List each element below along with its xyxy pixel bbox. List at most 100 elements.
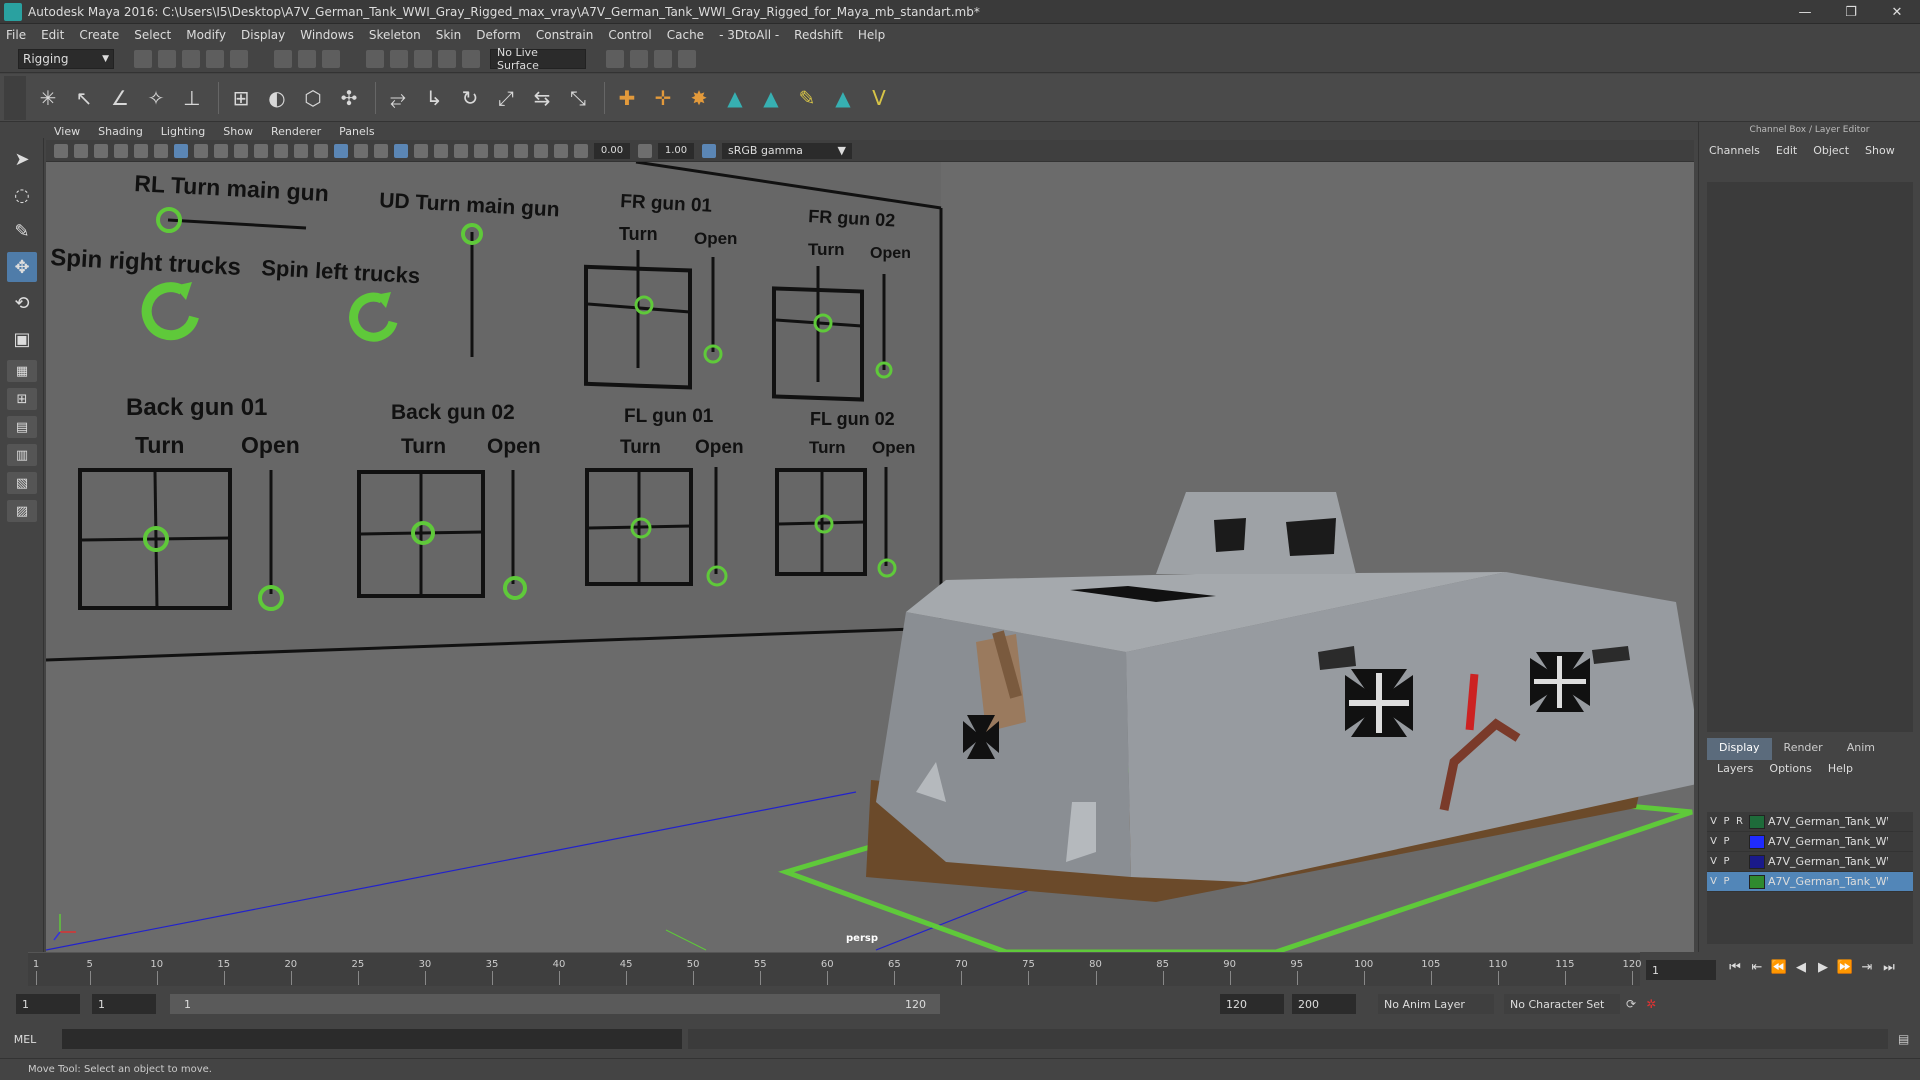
channel-menu-edit[interactable]: Edit (1776, 144, 1797, 157)
parent-constraint-icon[interactable]: ⇆ (528, 84, 556, 112)
tab-render[interactable]: Render (1772, 738, 1835, 760)
depth-of-field-icon[interactable] (494, 143, 508, 158)
film-gate-icon[interactable] (194, 143, 208, 158)
layer-reference[interactable]: R (1733, 816, 1746, 827)
outliner-layout-icon[interactable]: ▤ (7, 416, 37, 438)
shelf-handle[interactable] (4, 75, 26, 120)
layer-row[interactable]: V P A7V_German_Tank_WWI (1707, 832, 1913, 852)
panel-menu-shading[interactable]: Shading (98, 125, 143, 138)
color-management-icon[interactable] (702, 143, 716, 158)
use-all-lights-icon[interactable] (394, 143, 408, 158)
2d-pan-zoom-icon[interactable] (134, 143, 148, 158)
lasso-tool-icon[interactable]: ◌ (7, 180, 37, 210)
grid-icon[interactable] (174, 143, 188, 158)
layer-visibility[interactable]: V (1707, 856, 1720, 867)
current-frame-field[interactable]: 1 (1646, 960, 1716, 980)
3dtoall-export-icon[interactable]: ▲ (757, 84, 785, 112)
bone-insert-icon[interactable]: ✧ (142, 84, 170, 112)
single-perspective-layout-icon[interactable]: ▦ (7, 360, 37, 382)
shadows-icon[interactable] (414, 143, 428, 158)
panel-menu-panels[interactable]: Panels (339, 125, 374, 138)
character-set-dropdown[interactable]: No Character Set (1504, 994, 1620, 1014)
minimize-button[interactable]: — (1782, 0, 1828, 24)
close-button[interactable]: ✕ (1874, 0, 1920, 24)
render-view-layout-icon[interactable]: ▧ (7, 472, 37, 494)
menu-skin[interactable]: Skin (436, 28, 462, 42)
anti-aliasing-icon[interactable] (474, 143, 488, 158)
layer-color-swatch[interactable] (1749, 874, 1765, 889)
layer-row[interactable]: V P R A7V_German_Tank_WWI_Gra (1707, 812, 1913, 832)
snap-live-icon[interactable] (462, 49, 480, 68)
save-scene-icon[interactable] (182, 49, 200, 68)
orient-constraint-icon[interactable]: ↻ (456, 84, 484, 112)
go-to-start-icon[interactable]: ⏮ (1724, 960, 1746, 975)
paint-select-icon[interactable]: ✎ (7, 216, 37, 246)
step-back-frame-icon[interactable]: ⏪ (1768, 960, 1790, 975)
layer-playback[interactable]: P (1720, 836, 1733, 847)
camera-attributes-icon[interactable] (74, 143, 88, 158)
exposure-field[interactable]: 0.00 (594, 142, 630, 159)
rotate-tool-icon[interactable]: ⟲ (7, 288, 37, 318)
layer-playback[interactable]: P (1720, 816, 1733, 827)
lattice-icon[interactable]: ⬡ (299, 84, 327, 112)
menu-help[interactable]: Help (858, 28, 885, 42)
animation-end-field[interactable]: 200 (1292, 994, 1356, 1014)
field-chart-icon[interactable] (254, 143, 268, 158)
maximize-button[interactable]: ❐ (1828, 0, 1874, 24)
snap-view-plane-icon[interactable] (438, 49, 456, 68)
tab-anim[interactable]: Anim (1835, 738, 1887, 760)
menu-modify[interactable]: Modify (186, 28, 226, 42)
point-constraint-icon[interactable]: ⥂ (384, 84, 412, 112)
aim-constraint-icon[interactable]: ↳ (420, 84, 448, 112)
menu-3dtoall[interactable]: - 3DtoAll - (719, 28, 779, 42)
menu-display[interactable]: Display (241, 28, 285, 42)
gamma-field[interactable]: 1.00 (658, 142, 694, 159)
snap-point-icon[interactable] (414, 49, 432, 68)
layer-visibility[interactable]: V (1707, 876, 1720, 887)
menu-edit[interactable]: Edit (41, 28, 64, 42)
menu-select[interactable]: Select (134, 28, 171, 42)
xray-joints-icon[interactable] (554, 143, 568, 158)
bookmark-icon[interactable] (94, 143, 108, 158)
undo-icon[interactable] (206, 49, 224, 68)
layer-menu-options[interactable]: Options (1769, 762, 1811, 780)
redo-icon[interactable] (230, 49, 248, 68)
image-plane-icon[interactable] (114, 143, 128, 158)
snap-grid-icon[interactable] (366, 49, 384, 68)
menu-file[interactable]: File (6, 28, 26, 42)
range-bar[interactable]: 1 120 (170, 994, 940, 1014)
motion-blur-icon[interactable] (454, 143, 468, 158)
gate-mask-icon[interactable] (234, 143, 248, 158)
menu-create[interactable]: Create (79, 28, 119, 42)
channel-menu-object[interactable]: Object (1813, 144, 1849, 157)
star-control-icon[interactable]: ✸ (685, 84, 713, 112)
perspective-viewport[interactable]: View Shading Lighting Show Renderer Pane… (46, 122, 1694, 952)
play-forwards-icon[interactable]: ▶ (1812, 960, 1834, 975)
layer-menu-help[interactable]: Help (1828, 762, 1853, 780)
smooth-shade-icon[interactable] (334, 143, 348, 158)
anim-layer-dropdown[interactable]: No Anim Layer (1378, 994, 1494, 1014)
menu-cache[interactable]: Cache (667, 28, 704, 42)
grease-pencil-icon[interactable] (154, 143, 168, 158)
humanik-icon[interactable]: ⊥ (178, 84, 206, 112)
pivot-icon[interactable]: ✛ (649, 84, 677, 112)
panel-menu-lighting[interactable]: Lighting (161, 125, 205, 138)
menu-deform[interactable]: Deform (476, 28, 521, 42)
playback-end-field[interactable]: 120 (1220, 994, 1284, 1014)
animation-start-field[interactable]: 1 (16, 994, 80, 1014)
new-scene-icon[interactable] (134, 49, 152, 68)
playback-start-field[interactable]: 1 (92, 994, 156, 1014)
scene-view[interactable]: RL Turn main gun UD Turn main gun Spin r… (46, 162, 1694, 952)
time-ruler[interactable]: 1 5 10 15 20 25 30 35 40 45 50 55 60 65 70 75 80 85 90 95 10… (28, 952, 1642, 986)
panel-menu-renderer[interactable]: Renderer (271, 125, 321, 138)
paint-weights-icon[interactable]: ◐ (263, 84, 291, 112)
channel-list[interactable] (1707, 182, 1913, 732)
layer-color-swatch[interactable] (1749, 854, 1765, 869)
locator-icon[interactable]: ✚ (613, 84, 641, 112)
smooth-bind-icon[interactable]: ⊞ (227, 84, 255, 112)
layer-visibility[interactable]: V (1707, 816, 1720, 827)
menu-windows[interactable]: Windows (300, 28, 354, 42)
view-transform-dropdown[interactable]: sRGB gamma ▼ (722, 142, 852, 159)
go-to-end-icon[interactable]: ⏭ (1878, 960, 1900, 975)
resolution-gate-icon[interactable] (214, 143, 228, 158)
